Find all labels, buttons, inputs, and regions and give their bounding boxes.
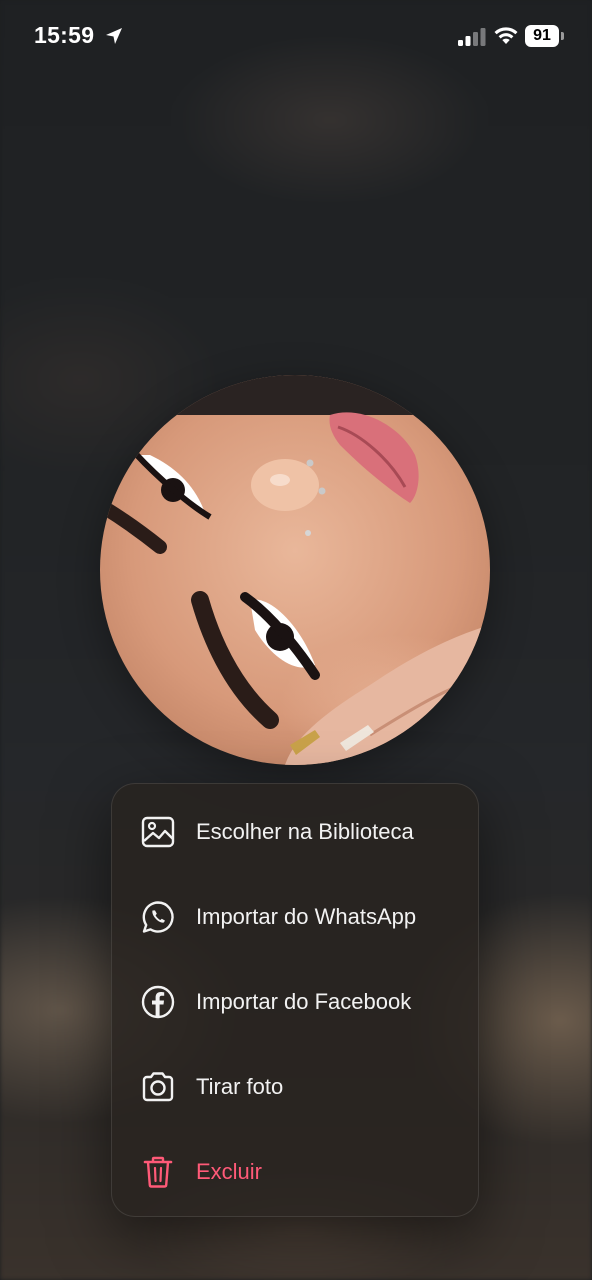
battery-icon: 91 bbox=[525, 25, 559, 47]
photo-action-menu: Escolher na Biblioteca Importar do Whats… bbox=[111, 783, 479, 1217]
status-time: 15:59 bbox=[34, 22, 95, 48]
menu-item-label: Importar do WhatsApp bbox=[196, 904, 417, 929]
camera-icon bbox=[142, 1072, 174, 1102]
facebook-icon bbox=[141, 985, 175, 1019]
trash-icon bbox=[143, 1156, 173, 1188]
menu-item-delete[interactable]: Excluir bbox=[112, 1129, 478, 1214]
photo-library-icon bbox=[141, 816, 175, 848]
menu-item-label: Tirar foto bbox=[196, 1074, 284, 1099]
cellular-signal-icon bbox=[458, 28, 486, 46]
location-arrow-icon bbox=[106, 28, 122, 44]
battery-level: 91 bbox=[533, 27, 551, 44]
whatsapp-icon bbox=[142, 901, 174, 933]
menu-item-import-whatsapp[interactable]: Importar do WhatsApp bbox=[112, 874, 478, 959]
menu-item-take-photo[interactable]: Tirar foto bbox=[112, 1044, 478, 1129]
menu-item-label: Escolher na Biblioteca bbox=[196, 819, 414, 844]
profile-photo[interactable] bbox=[100, 375, 490, 765]
menu-item-label: Excluir bbox=[196, 1159, 263, 1184]
wifi-icon bbox=[494, 27, 518, 44]
profile-photo-image bbox=[100, 375, 490, 765]
status-bar: 15:59 91 bbox=[0, 0, 592, 76]
menu-item-choose-library[interactable]: Escolher na Biblioteca bbox=[112, 789, 478, 874]
battery-tip bbox=[561, 32, 564, 40]
menu-item-label: Importar do Facebook bbox=[196, 989, 412, 1014]
menu-item-import-facebook[interactable]: Importar do Facebook bbox=[112, 959, 478, 1044]
